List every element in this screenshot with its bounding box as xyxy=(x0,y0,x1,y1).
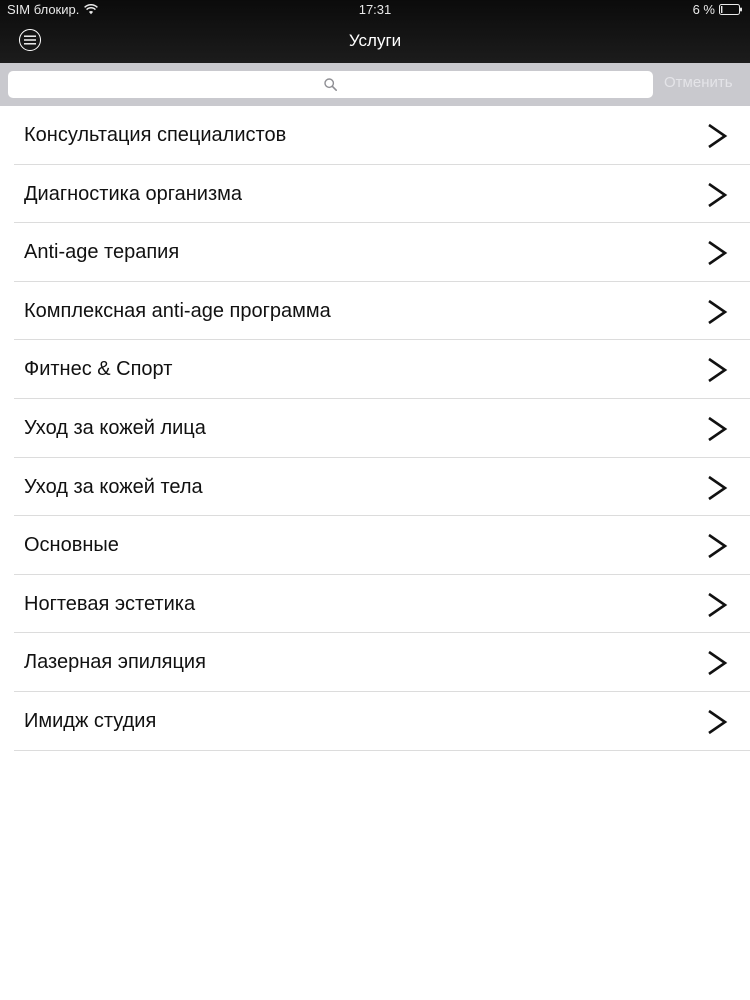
chevron-right-icon xyxy=(708,182,728,207)
service-row[interactable]: Диагностика организма xyxy=(14,165,750,224)
cancel-button[interactable]: Отменить xyxy=(664,74,733,91)
service-label: Имидж студия xyxy=(24,709,157,732)
service-label: Комплексная anti-age программа xyxy=(24,299,331,322)
status-right: 6 % xyxy=(693,2,743,17)
service-label: Лазерная эпиляция xyxy=(24,651,206,674)
search-bar: Отменить xyxy=(0,63,750,106)
service-label: Ногтевая эстетика xyxy=(24,592,196,615)
battery-icon xyxy=(719,4,742,15)
service-row[interactable]: Уход за кожей тела xyxy=(14,458,750,517)
service-row[interactable]: Комплексная anti-age программа xyxy=(14,282,750,341)
search-input[interactable] xyxy=(8,71,653,98)
battery-percent: 6 % xyxy=(692,2,715,17)
service-label: Диагностика организма xyxy=(24,182,242,205)
service-label: Уход за кожей тела xyxy=(24,475,203,498)
chevron-right-icon xyxy=(708,534,728,559)
service-row[interactable]: Имидж студия xyxy=(14,692,750,751)
chevron-right-icon xyxy=(708,651,728,676)
service-row[interactable]: Фитнес & Спорт xyxy=(14,340,750,399)
chevron-right-icon xyxy=(708,241,728,266)
service-label: Основные xyxy=(24,534,119,557)
chevron-right-icon xyxy=(708,358,728,383)
chevron-right-icon xyxy=(708,709,728,735)
search-field[interactable] xyxy=(8,71,653,98)
service-row[interactable]: Уход за кожей лица xyxy=(14,399,750,458)
chevron-right-icon xyxy=(708,592,728,617)
service-label: Консультация специалистов xyxy=(24,124,287,146)
chevron-right-icon xyxy=(708,299,728,324)
service-row[interactable]: Основные xyxy=(14,516,750,575)
service-label: Фитнес & Спорт xyxy=(24,358,173,381)
service-label: Anti-age терапия xyxy=(24,241,180,264)
status-time: 17:31 xyxy=(358,2,392,17)
service-row[interactable]: Anti-age терапия xyxy=(14,223,750,282)
page-title: Услуги xyxy=(348,31,402,50)
service-row[interactable]: Лазерная эпиляция xyxy=(14,633,750,692)
chevron-right-icon xyxy=(708,475,728,500)
service-row[interactable]: Ногтевая эстетика xyxy=(14,575,750,634)
chevron-right-icon xyxy=(708,416,728,442)
service-label: Уход за кожей лица xyxy=(24,416,206,439)
chevron-right-icon xyxy=(708,123,728,149)
services-list: Консультация специалистов Диагностика орг… xyxy=(0,106,750,751)
service-row[interactable]: Консультация специалистов xyxy=(14,106,750,165)
navigation-bar: SIM блокир. 17:31 6 % Услуги xyxy=(0,0,750,63)
